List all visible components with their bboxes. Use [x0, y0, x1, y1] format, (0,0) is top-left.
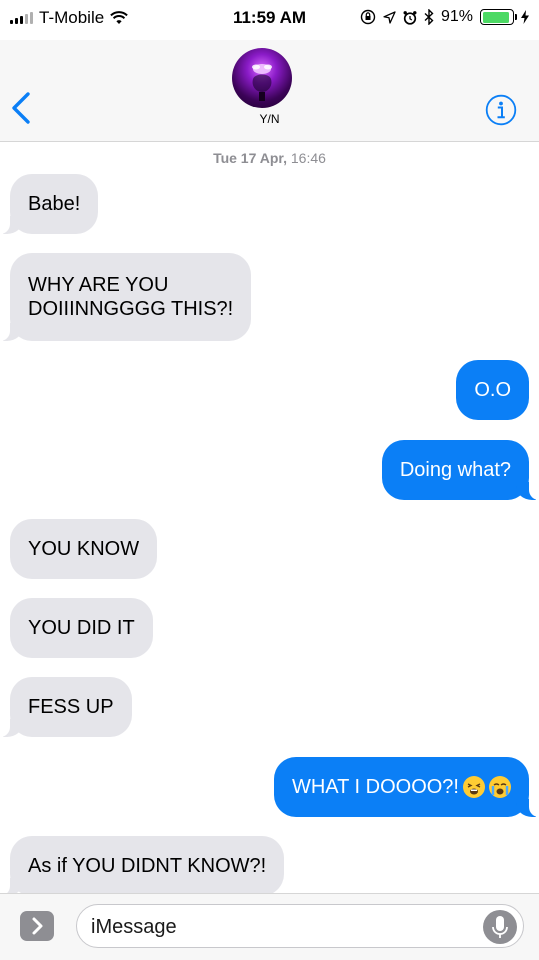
- tired-face-emoji: [463, 776, 485, 798]
- message-bubble-received[interactable]: WHY ARE YOU DOIIINNGGGG THIS?!: [0, 253, 252, 341]
- message-text: WHY ARE YOU DOIIINNGGGG THIS?!: [28, 274, 234, 320]
- messages-screen: T-Mobile 11:59 AM 91% Y/N Tue 17 Apr, 16…: [0, 0, 539, 960]
- message-bubble-sent[interactable]: O.O: [456, 360, 529, 420]
- message-text: WHAT I DOOOO?!: [291, 776, 459, 798]
- microphone-button[interactable]: [483, 910, 517, 944]
- message-text: YOU DID IT: [28, 617, 135, 639]
- info-icon: [485, 94, 517, 126]
- apps-button[interactable]: [20, 911, 54, 941]
- timestamp-day: Tue 17 Apr,: [213, 150, 287, 166]
- contact-avatar[interactable]: [232, 48, 292, 108]
- info-button[interactable]: [485, 94, 517, 126]
- message-text: O.O: [474, 379, 511, 401]
- message-bubble-received[interactable]: YOU DID IT: [10, 598, 153, 658]
- alarm-icon: [403, 10, 417, 25]
- message-bubble-received[interactable]: As if YOU DIDNT KNOW?!: [0, 836, 285, 896]
- status-bar: T-Mobile 11:59 AM 91%: [0, 0, 539, 40]
- compose-bar: [0, 893, 539, 960]
- lightbulb-avatar-image: [252, 64, 272, 101]
- message-text: As if YOU DIDNT KNOW?!: [28, 855, 267, 877]
- message-bubble-received[interactable]: Babe!: [0, 174, 99, 234]
- battery-fill: [482, 11, 509, 23]
- chevron-right-icon: [32, 917, 43, 935]
- contact-name[interactable]: Y/N: [0, 112, 539, 126]
- location-icon: [383, 10, 396, 24]
- conversation-header: Y/N: [0, 40, 539, 142]
- message-timestamp: Tue 17 Apr, 16:46: [0, 150, 539, 166]
- timestamp-time: 16:46: [290, 150, 326, 166]
- battery-percent: 91%: [440, 8, 473, 25]
- message-bubble-received[interactable]: YOU KNOW: [10, 519, 158, 579]
- battery-icon: [480, 9, 517, 25]
- message-field[interactable]: [76, 904, 524, 948]
- bluetooth-icon: [424, 9, 434, 25]
- message-input[interactable]: [91, 913, 471, 941]
- message-bubble-sent[interactable]: WHAT I DOOOO?!: [273, 757, 539, 817]
- message-bubble-sent[interactable]: Doing what?: [381, 440, 539, 500]
- orientation-lock-icon: [360, 9, 376, 25]
- message-text: Babe!: [28, 193, 81, 215]
- status-right: 91%: [360, 8, 529, 26]
- charging-icon: [521, 10, 529, 24]
- message-text: YOU KNOW: [28, 538, 140, 560]
- message-text: FESS UP: [28, 696, 114, 718]
- crying-face-emoji: [489, 776, 511, 798]
- microphone-icon: [492, 916, 508, 938]
- message-text: Doing what?: [399, 459, 511, 481]
- message-bubble-received[interactable]: FESS UP: [0, 677, 132, 737]
